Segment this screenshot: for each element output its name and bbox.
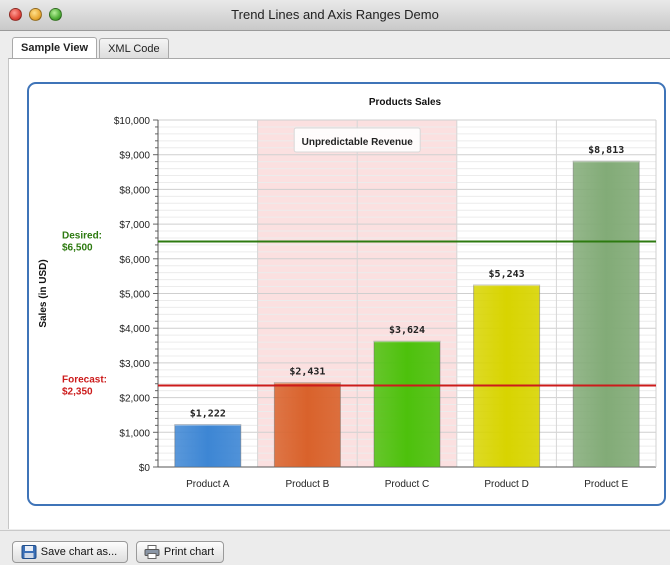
x-tick-label: Product D (484, 479, 528, 490)
y-tick-label: $10,000 (114, 116, 151, 127)
bar (373, 340, 441, 468)
x-range-label: Unpredictable Revenue (302, 137, 414, 148)
floppy-disk-icon (21, 545, 37, 560)
x-tick-label: Product C (385, 479, 429, 490)
chart-title: Products Sales (369, 97, 442, 108)
bar-value-label: $5,243 (489, 269, 525, 280)
print-chart-label: Print chart (163, 546, 215, 558)
printer-icon (144, 545, 160, 560)
chart-container: $0 $1,000 $2,000 $3,000 $4,000 $5,000 $6,000 $7… (27, 82, 666, 506)
y-tick-label: $4,000 (119, 324, 150, 335)
x-tick-label: Product A (186, 479, 230, 490)
window-title: Trend Lines and Axis Ranges Demo (231, 7, 439, 22)
window-titlebar: Trend Lines and Axis Ranges Demo (0, 0, 670, 31)
bar (174, 424, 242, 468)
y-tick-label: $1,000 (119, 428, 150, 439)
trend-line-value: $6,500 (62, 242, 93, 253)
save-chart-label: Save chart as... (40, 546, 118, 558)
x-tick-label: Product E (584, 479, 628, 490)
bottom-toolbar: Save chart as... Print chart (0, 530, 670, 565)
trend-line-value: $2,350 (62, 386, 93, 397)
trend-line-label: Forecast: (62, 374, 107, 385)
trend-line-label: Desired: (62, 230, 102, 241)
bar (572, 160, 640, 468)
print-chart-button[interactable]: Print chart (136, 541, 224, 563)
bar-value-label: $8,813 (588, 145, 624, 156)
y-axis-title: Sales (in USD) (38, 259, 49, 327)
tab-sample-view[interactable]: Sample View (12, 37, 98, 59)
tab-bar: Sample View XML Code (12, 37, 171, 59)
tab-xml-code[interactable]: XML Code (99, 38, 169, 59)
bar-chart: $0 $1,000 $2,000 $3,000 $4,000 $5,000 $6,000 $7… (38, 97, 657, 490)
x-tick-label: Product B (285, 479, 329, 490)
y-tick-label: $5,000 (119, 290, 150, 301)
y-tick-label: $7,000 (119, 220, 150, 231)
y-tick-label: $8,000 (119, 185, 150, 196)
y-tick-label: $6,000 (119, 255, 150, 266)
save-chart-button[interactable]: Save chart as... (12, 541, 128, 563)
bar (273, 382, 341, 468)
y-tick-label: $0 (139, 463, 151, 474)
bar-value-label: $2,431 (289, 367, 325, 378)
bar (473, 284, 541, 468)
y-tick-label: $9,000 (119, 151, 150, 162)
y-tick-label: $3,000 (119, 359, 150, 370)
bar-value-label: $3,624 (389, 325, 425, 336)
y-tick-label: $2,000 (119, 394, 150, 405)
bar-value-label: $1,222 (190, 409, 226, 420)
